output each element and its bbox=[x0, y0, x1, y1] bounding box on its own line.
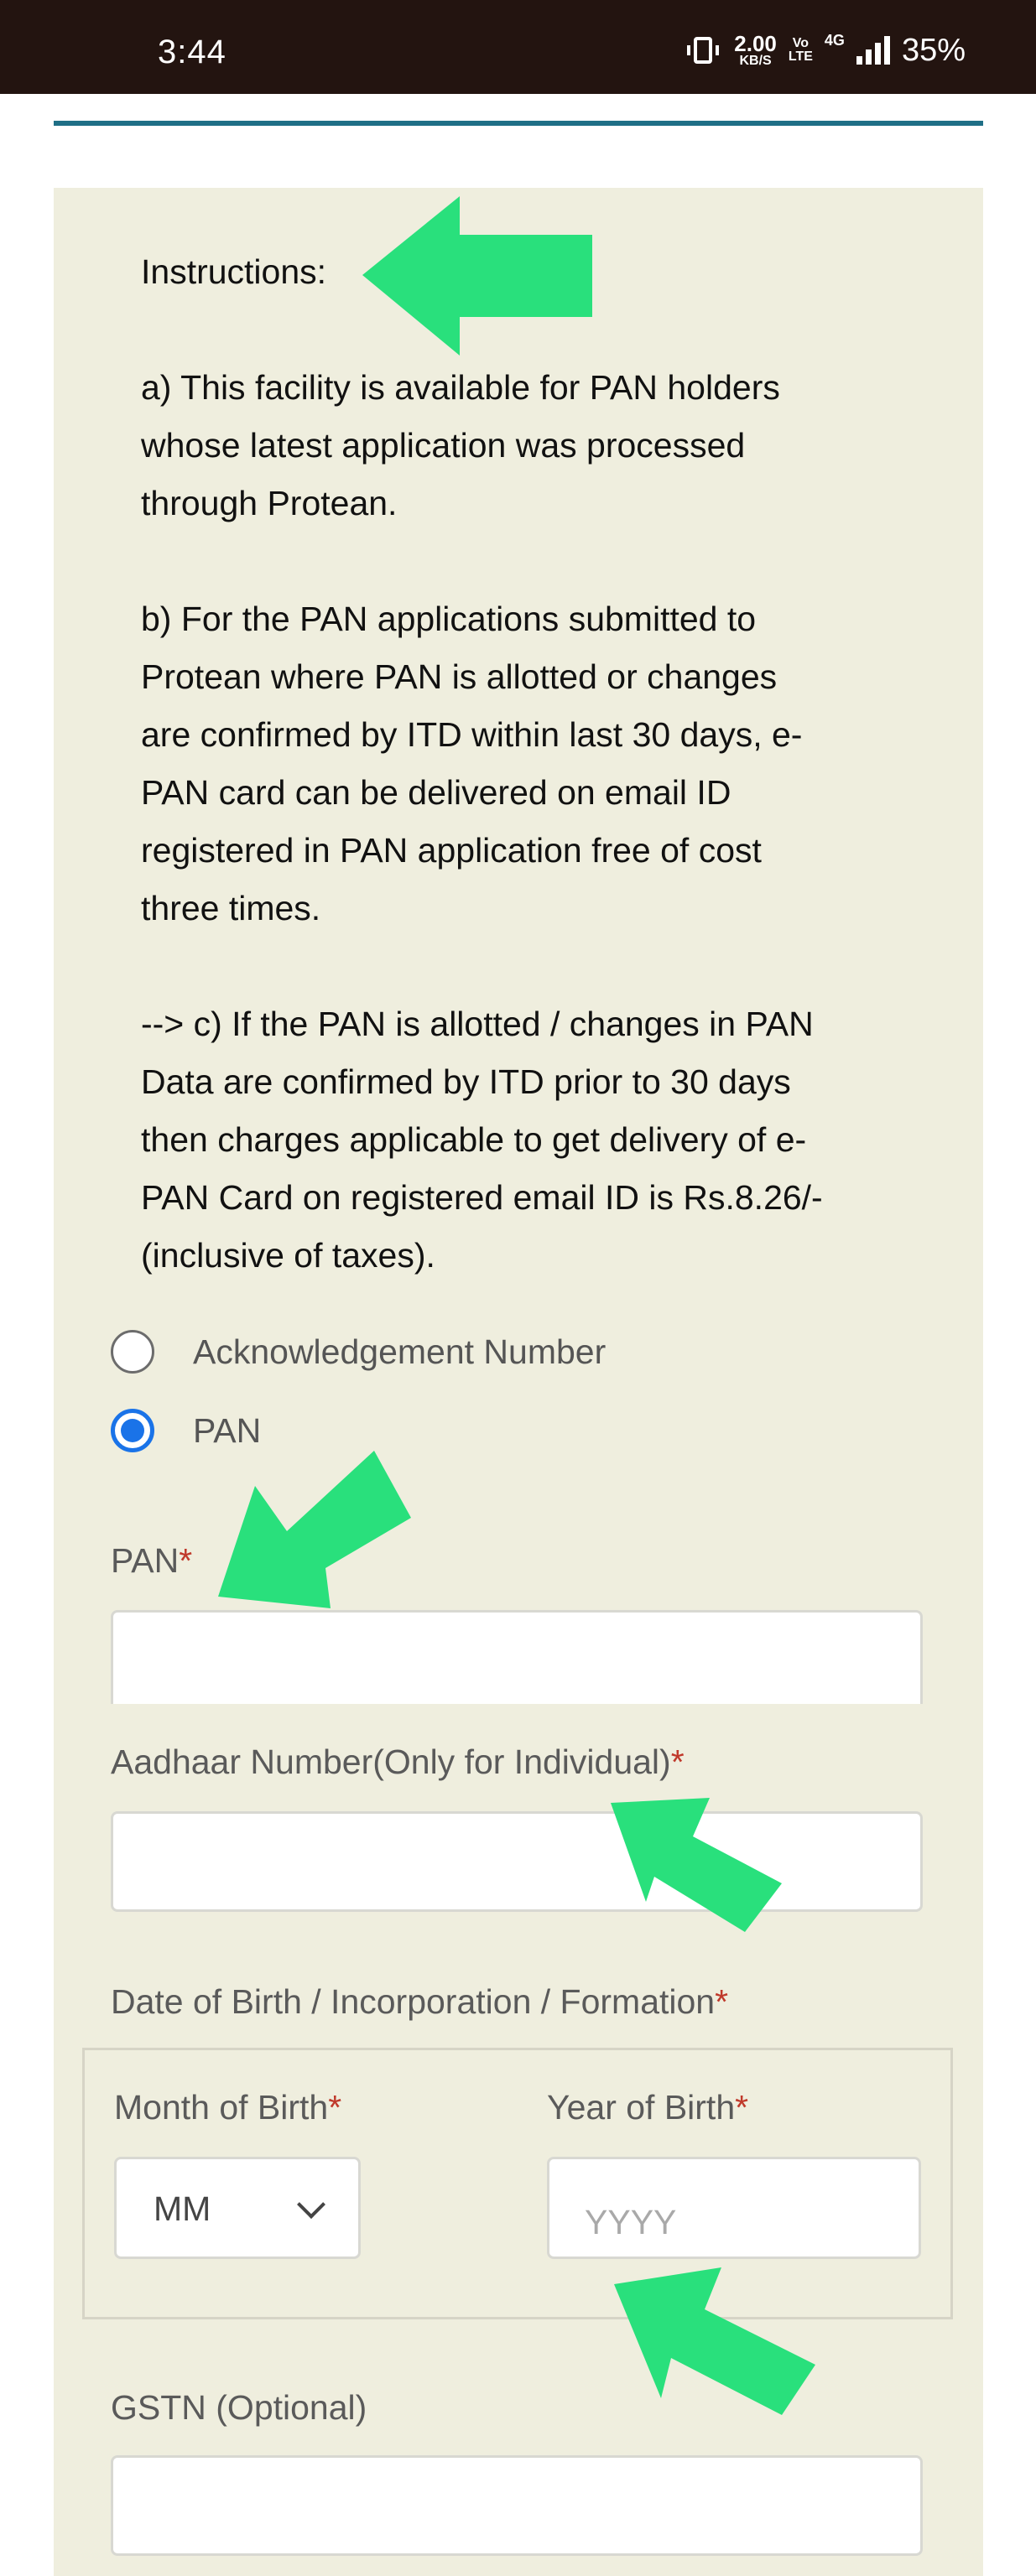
arrow-annotation-pan bbox=[218, 1451, 411, 1608]
arrow-annotation-aadhaar bbox=[611, 1798, 782, 1932]
annotation-arrows bbox=[218, 196, 815, 2415]
arrow-annotation-instructions bbox=[362, 196, 592, 356]
arrow-annotation-year bbox=[614, 2267, 815, 2415]
